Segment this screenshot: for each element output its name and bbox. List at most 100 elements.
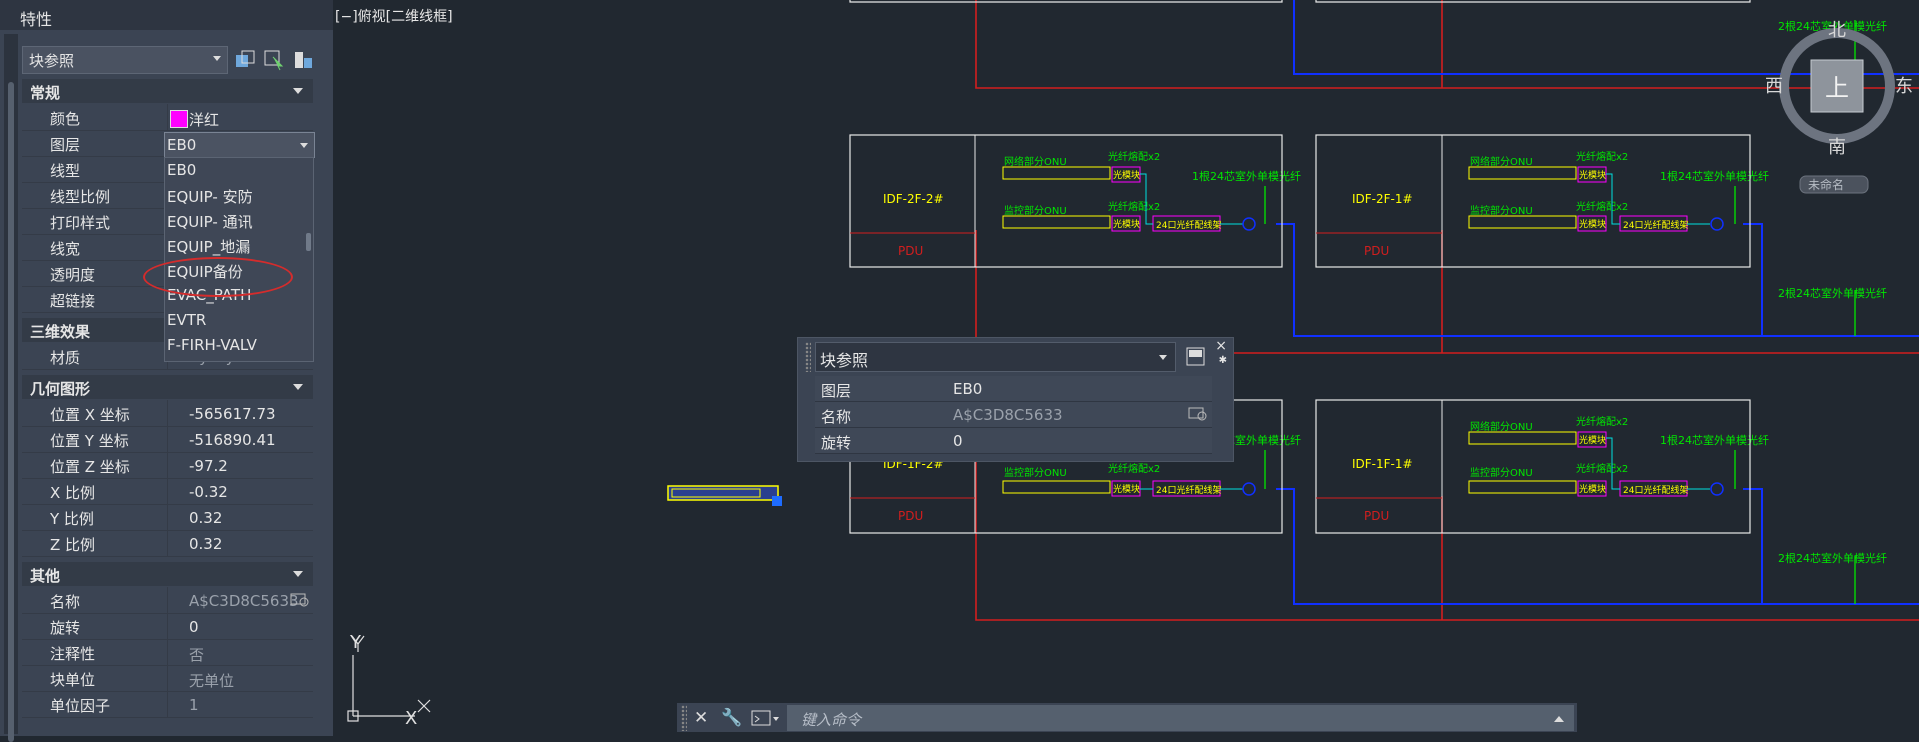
prop-row-block-unit[interactable]: 块单位 无单位 bbox=[22, 665, 313, 692]
layer-option-label: EB0 bbox=[167, 161, 197, 179]
color-swatch bbox=[170, 110, 188, 128]
splitter-label: 光纤熔配x2 bbox=[1576, 200, 1628, 213]
fiber-in-label: 1根24芯室外单模光纤 bbox=[1660, 433, 1769, 447]
layer-option[interactable]: EQUIP_地漏 bbox=[167, 233, 295, 258]
prop-row-pos-y[interactable]: 位置 Y 坐标 -516890.41 bbox=[22, 426, 313, 453]
prop-label: 超链接 bbox=[50, 292, 96, 310]
compass-south[interactable]: 南 bbox=[1828, 137, 1846, 158]
toggle-pickadd-icon[interactable] bbox=[234, 49, 256, 71]
prop-value: 0.32 bbox=[189, 535, 223, 553]
prop-row-pos-z[interactable]: 位置 Z 坐标 -97.2 bbox=[22, 452, 313, 479]
layer-dropdown[interactable]: EB0 bbox=[164, 132, 315, 158]
layer-option[interactable]: EQUIP- 安防 bbox=[167, 183, 295, 208]
onu-mon-label: 监控部分ONU bbox=[1470, 204, 1533, 217]
prop-label: 位置 X 坐标 bbox=[50, 406, 130, 424]
layer-option-label: EQUIP- 通讯 bbox=[167, 213, 253, 231]
prop-row-color[interactable]: 颜色 洋红 bbox=[22, 104, 313, 131]
layer-current: EB0 bbox=[167, 136, 197, 154]
qp-row-name[interactable]: 名称 A$C3D8C5633 bbox=[815, 402, 1212, 428]
prop-value: 否 bbox=[189, 646, 205, 664]
prop-row-unit-factor[interactable]: 单位因子 1 bbox=[22, 691, 313, 718]
odf-label: 24口光纤配线架 bbox=[1623, 219, 1688, 231]
section-title: 三维效果 bbox=[30, 323, 91, 341]
palette-side-strip[interactable] bbox=[4, 34, 18, 742]
prop-row-pos-x[interactable]: 位置 X 坐标 -565617.73 bbox=[22, 400, 313, 427]
object-type-select[interactable]: 块参照 bbox=[22, 46, 228, 74]
qp-value: A$C3D8C5633 bbox=[953, 406, 1063, 424]
collapse-icon bbox=[293, 88, 303, 94]
chevron-up-icon[interactable] bbox=[1554, 716, 1564, 722]
settings-icon[interactable]: ✱ bbox=[1219, 355, 1227, 366]
qp-row-layer[interactable]: 图层 EB0 bbox=[815, 376, 1212, 402]
layer-option[interactable]: EB0 bbox=[167, 158, 295, 183]
idf-block-1f-1[interactable]: IDF-1F-1# PDU 网络部分ONU 光纤熔配x2 光模块 监控部分ONU… bbox=[1315, 399, 1751, 534]
prop-label: 名称 bbox=[50, 593, 81, 611]
command-prompt-icon[interactable] bbox=[751, 710, 781, 726]
compass-west[interactable]: 西 bbox=[1765, 76, 1783, 97]
layer-option[interactable]: EQUIP- 通讯 bbox=[167, 208, 295, 233]
command-input[interactable]: 键入命令 bbox=[787, 705, 1574, 731]
layer-option[interactable]: F-FIRH-VALV bbox=[167, 333, 295, 358]
prop-label: 注释性 bbox=[50, 645, 96, 663]
prop-value: -516890.41 bbox=[189, 431, 276, 449]
idf-block-2f-2[interactable]: IDF-2F-2# PDU 网络部分ONU 光纤熔配x2 光模块 监控部分ONU… bbox=[849, 134, 1283, 268]
quick-select-icon[interactable] bbox=[292, 49, 314, 71]
prop-row-annotative[interactable]: 注释性 否 bbox=[22, 639, 313, 666]
onu-net-label: 网络部分ONU bbox=[1004, 155, 1067, 168]
prop-row-scale-z[interactable]: Z 比例 0.32 bbox=[22, 530, 313, 557]
prop-row-scale-x[interactable]: X 比例 -0.32 bbox=[22, 478, 313, 505]
prop-label: 透明度 bbox=[50, 266, 96, 284]
close-icon[interactable]: ✕ bbox=[694, 708, 708, 728]
layer-option[interactable]: EVTR bbox=[167, 308, 295, 333]
prop-label: 颜色 bbox=[50, 110, 81, 128]
viewcube[interactable]: 上 北 南 西 东 未命名 bbox=[1764, 0, 1918, 200]
chevron-down-icon bbox=[1159, 355, 1167, 360]
compass-north[interactable]: 北 bbox=[1828, 20, 1846, 41]
close-icon[interactable]: × bbox=[1215, 338, 1227, 354]
idf-label: IDF-2F-1# bbox=[1352, 192, 1413, 206]
object-type-value: 块参照 bbox=[29, 52, 75, 70]
module-label: 光模块 bbox=[1579, 483, 1606, 495]
pdu-label: PDU bbox=[1364, 244, 1389, 258]
quick-props-type-select[interactable]: 块参照 bbox=[815, 342, 1176, 372]
drag-handle[interactable] bbox=[681, 705, 687, 731]
qp-label: 名称 bbox=[821, 408, 852, 426]
annotation-ellipse bbox=[143, 257, 293, 297]
insertion-grip[interactable] bbox=[772, 496, 782, 506]
prop-label: 单位因子 bbox=[50, 697, 111, 715]
axis-x-label: X bbox=[405, 708, 417, 729]
select-objects-icon[interactable] bbox=[263, 49, 285, 71]
wrench-icon[interactable]: 🔧 bbox=[721, 708, 742, 728]
prop-row-name[interactable]: 名称 A$C3D8C5633 bbox=[22, 587, 313, 614]
section-title: 几何图形 bbox=[30, 380, 91, 398]
dropdown-scrollbar[interactable] bbox=[306, 233, 311, 251]
splitter-label: 光纤熔配x2 bbox=[1108, 150, 1160, 163]
prop-value: -565617.73 bbox=[189, 405, 276, 423]
prop-value: 1 bbox=[189, 696, 199, 714]
qp-row-rotation[interactable]: 旋转 0 bbox=[815, 428, 1212, 454]
selected-block[interactable] bbox=[667, 485, 782, 506]
section-general[interactable]: 常规 bbox=[22, 79, 313, 103]
prop-value: -0.32 bbox=[189, 483, 228, 501]
pdu-label: PDU bbox=[898, 509, 923, 523]
onu-mon-label: 监控部分ONU bbox=[1004, 466, 1067, 479]
prop-label: 线型比例 bbox=[50, 188, 111, 206]
idf-block-2f-1[interactable]: IDF-2F-1# PDU 网络部分ONU 光纤熔配x2 光模块 监控部分ONU… bbox=[1315, 134, 1751, 268]
block-editor-icon[interactable] bbox=[1188, 406, 1208, 422]
palette-scrollbar[interactable] bbox=[8, 82, 14, 742]
section-misc[interactable]: 其他 bbox=[22, 562, 313, 586]
palette-titlebar[interactable]: 特性 bbox=[0, 0, 333, 30]
prop-row-rotation[interactable]: 旋转 0 bbox=[22, 613, 313, 640]
prop-row-scale-y[interactable]: Y 比例 0.32 bbox=[22, 504, 313, 531]
compass-east[interactable]: 东 bbox=[1895, 76, 1913, 97]
layer-option-label: EQUIP_地漏 bbox=[167, 238, 251, 256]
prop-label: 线宽 bbox=[50, 240, 81, 258]
module-label: 光模块 bbox=[1113, 169, 1140, 181]
prop-value: 0 bbox=[189, 618, 199, 636]
customize-icon[interactable] bbox=[1185, 346, 1207, 368]
section-geometry[interactable]: 几何图形 bbox=[22, 375, 313, 399]
block-editor-icon[interactable] bbox=[290, 592, 310, 608]
module-label: 光模块 bbox=[1579, 218, 1606, 230]
drag-handle[interactable] bbox=[805, 342, 811, 372]
fiber-out-label-mid: 2根24芯室外单模光纤 bbox=[1778, 286, 1887, 300]
